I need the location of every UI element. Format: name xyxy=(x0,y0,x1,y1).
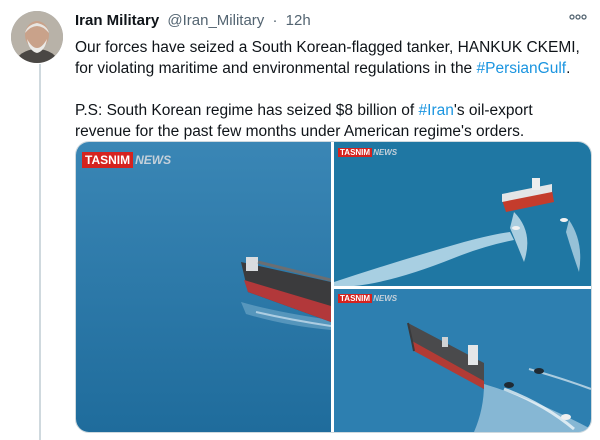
separator-dot: · xyxy=(272,12,278,29)
display-name[interactable]: Iran Military xyxy=(75,12,159,29)
tweet-header: Iran Military @Iran_Military · 12h xyxy=(75,12,311,29)
timestamp[interactable]: 12h xyxy=(286,12,311,29)
hashtag-iran[interactable]: #Iran xyxy=(419,102,454,119)
tweet-paragraph-ps: P.S: South Korean regime has seized $8 b… xyxy=(75,100,590,142)
media-grid: TASNIM NEWS TASNIM NEWS TASNIM NEWS xyxy=(75,141,592,433)
watermark-brand: TASNIM xyxy=(82,152,134,168)
watermark-tasnim: TASNIM NEWS xyxy=(82,152,171,168)
media-image-2[interactable]: TASNIM NEWS xyxy=(334,142,591,286)
tweet[interactable]: Iran Military @Iran_Military · 12h Our f… xyxy=(0,0,600,440)
tweet-paragraph-main: Our forces have seized a South Korean-fl… xyxy=(75,37,590,79)
tweet-text: Our forces have seized a South Korean-fl… xyxy=(75,37,590,142)
watermark-tasnim: TASNIM NEWS xyxy=(338,294,397,303)
watermark-suffix: NEWS xyxy=(373,294,398,303)
watermark-tasnim: TASNIM NEWS xyxy=(338,148,397,157)
avatar[interactable] xyxy=(11,11,63,63)
tweet-text-segment: . xyxy=(566,60,571,77)
watermark-suffix: NEWS xyxy=(373,148,398,157)
watermark-suffix: NEWS xyxy=(135,153,172,167)
more-options-icon[interactable] xyxy=(568,10,588,24)
media-image-3[interactable]: TASNIM NEWS xyxy=(334,289,591,432)
thread-line xyxy=(39,64,41,440)
hashtag-persiangulf[interactable]: #PersianGulf xyxy=(477,60,567,77)
tweet-text-segment: P.S: South Korean regime has seized $8 b… xyxy=(75,102,419,119)
watermark-brand: TASNIM xyxy=(338,294,373,303)
media-image-1[interactable]: TASNIM NEWS xyxy=(76,142,331,432)
watermark-brand: TASNIM xyxy=(338,148,373,157)
user-handle[interactable]: @Iran_Military xyxy=(167,12,264,29)
avatar-image xyxy=(11,11,63,63)
